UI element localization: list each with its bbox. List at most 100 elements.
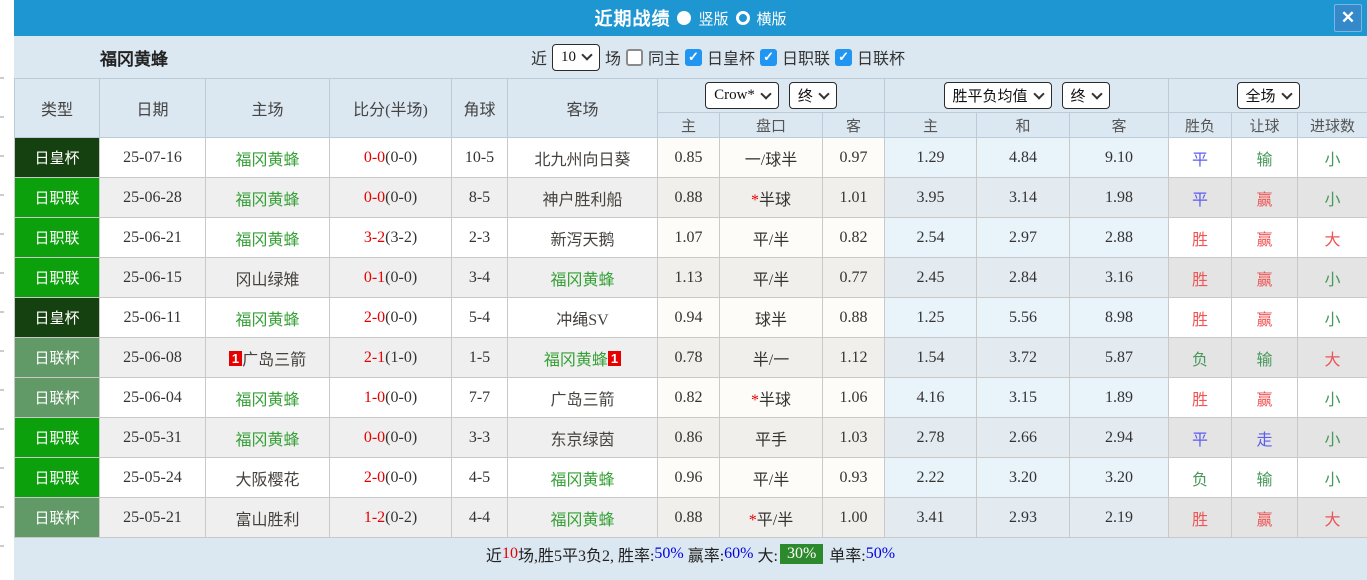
chevron-down-icon [818,87,830,100]
odds-type-value: 胜平负均值 [952,89,1028,105]
handicap-line-cell: 平/半 [719,257,823,298]
away-team-name: 新泻天鹅 [550,231,615,249]
halftime-score: (3-2) [385,228,418,246]
result-wdl-cell: 胜 [1168,297,1233,338]
horizontal-layout-label[interactable]: 横版 [757,8,787,29]
horizontal-layout-radio-icon[interactable] [735,11,750,25]
result-handicap-cell: 输 [1231,137,1299,178]
avg-away-odds-cell: 3.16 [1069,257,1170,298]
scope-select-group: 全场 [1168,78,1367,113]
scope-select[interactable]: 全场 [1236,82,1300,109]
date-cell: 25-05-21 [99,497,206,538]
avg-draw-odds-cell: 4.84 [976,137,1071,178]
matches-count-value: 10 [560,48,576,65]
league-royal-cup-checkbox[interactable] [685,48,702,66]
fulltime-score: 1-0 [363,388,386,406]
handicap-away-odds-cell: 1.00 [821,497,886,538]
avg-home-odds-cell: 3.95 [884,177,978,218]
avg-home-odds-cell: 2.45 [884,257,978,298]
away-team-name: 福冈黄蜂 [550,271,615,289]
home-team-cell: 福冈黄蜂 [205,177,330,218]
card-badge: 1 [228,350,243,366]
result-goals-cell: 大 [1297,497,1367,538]
match-type-cell: 日联杯 [14,337,100,378]
scope-value: 全场 [1245,89,1276,105]
avg-draw-odds-cell: 2.66 [976,417,1071,458]
date-cell: 25-06-08 [99,337,206,378]
date-cell: 25-05-31 [99,417,206,458]
corners-cell: 7-7 [451,377,508,418]
corners-cell: 5-4 [451,297,508,338]
handicap-home-odds-cell: 0.94 [657,297,720,338]
bookmaker-time-select[interactable]: 终 [788,82,837,109]
result-handicap-cell: 输 [1231,337,1299,378]
line-change-star: * [748,511,757,529]
subheader-avg-home: 主 [884,112,978,138]
odds-time-select[interactable]: 终 [1061,82,1110,109]
chevron-down-icon [1032,87,1045,100]
subheader-wdl: 胜负 [1168,112,1233,138]
avg-draw-odds-cell: 5.56 [976,297,1071,338]
league-j1-label[interactable]: 日职联 [782,45,830,69]
league-royal-cup-label[interactable]: 日皇杯 [707,45,755,69]
avg-away-odds-cell: 1.98 [1069,177,1170,218]
home-team-name: 福冈黄蜂 [235,311,300,329]
handicap-line: 半/一 [752,351,790,369]
score-cell: 1-2(0-2) [329,497,452,538]
bookmaker-select[interactable]: Crow* [705,82,779,109]
same-home-label[interactable]: 同主 [648,45,680,69]
vertical-layout-label[interactable]: 竖版 [698,8,728,29]
home-team-name: 冈山绿雉 [235,271,300,289]
avg-away-odds-cell: 5.87 [1069,337,1170,378]
vertical-layout-radio-selected-icon[interactable] [677,11,692,25]
score-cell: 2-1(1-0) [329,337,452,378]
close-button[interactable]: ✕ [1334,4,1362,32]
away-team-cell: 冲绳SV [507,297,658,338]
odds-type-select[interactable]: 胜平负均值 [943,82,1052,109]
handicap-home-odds-cell: 0.85 [657,137,720,178]
league-cup-label[interactable]: 日联杯 [857,45,905,69]
result-goals-cell: 小 [1297,297,1367,338]
line-change-star: * [750,391,759,409]
matches-label: 场 [604,51,621,68]
win-rate: 50% [654,545,684,562]
handicap-line: 平/半 [752,471,790,489]
fulltime-score: 2-0 [363,468,386,486]
result-goals-cell: 大 [1297,337,1367,378]
avg-away-odds-cell: 8.98 [1069,297,1170,338]
subheader-let: 让球 [1231,112,1299,138]
home-team-cell: 福冈黄蜂 [205,297,330,338]
match-type-cell: 日职联 [14,257,100,298]
summary-prefix: 近 [485,548,502,565]
handicap-home-odds-cell: 0.78 [657,337,720,378]
match-type-cell: 日职联 [14,457,100,498]
big-goals-rate-badge: 30% [779,544,824,564]
handicap-away-odds-cell: 0.97 [821,137,886,178]
same-home-checkbox[interactable] [625,48,643,66]
corners-cell: 4-5 [451,457,508,498]
result-wdl-cell: 负 [1168,457,1233,498]
fulltime-score: 2-1 [363,348,386,366]
card-badge: 1 [607,350,622,366]
avg-draw-odds-cell: 3.15 [976,377,1071,418]
result-wdl-cell: 平 [1168,417,1233,458]
summary-sep2: 大: [753,548,778,565]
dialog-panel: 近期战绩 竖版 横版 ✕ 福冈黄蜂 近 10 场 同主 日皇杯 [14,0,1367,580]
away-team-name: 东京绿茵 [550,431,615,449]
result-goals-cell: 小 [1297,137,1367,178]
date-cell: 25-05-24 [99,457,206,498]
handicap-away-odds-cell: 0.88 [821,297,886,338]
handicap-line-cell: 平手 [719,417,823,458]
result-goals-cell: 小 [1297,457,1367,498]
subheader-avg-away: 客 [1069,112,1170,138]
halftime-score: (0-0) [385,268,418,286]
matches-count-select[interactable]: 10 [551,43,600,71]
corners-cell: 8-5 [451,177,508,218]
home-team-name: 福冈黄蜂 [235,391,300,409]
date-cell: 25-06-21 [99,217,206,258]
home-team-cell: 冈山绿雉 [205,257,330,298]
result-handicap-cell: 赢 [1231,297,1299,338]
league-cup-checkbox[interactable] [835,48,853,66]
away-team-cell: 福冈黄蜂 1 [507,337,658,378]
league-j1-checkbox[interactable] [760,48,778,66]
